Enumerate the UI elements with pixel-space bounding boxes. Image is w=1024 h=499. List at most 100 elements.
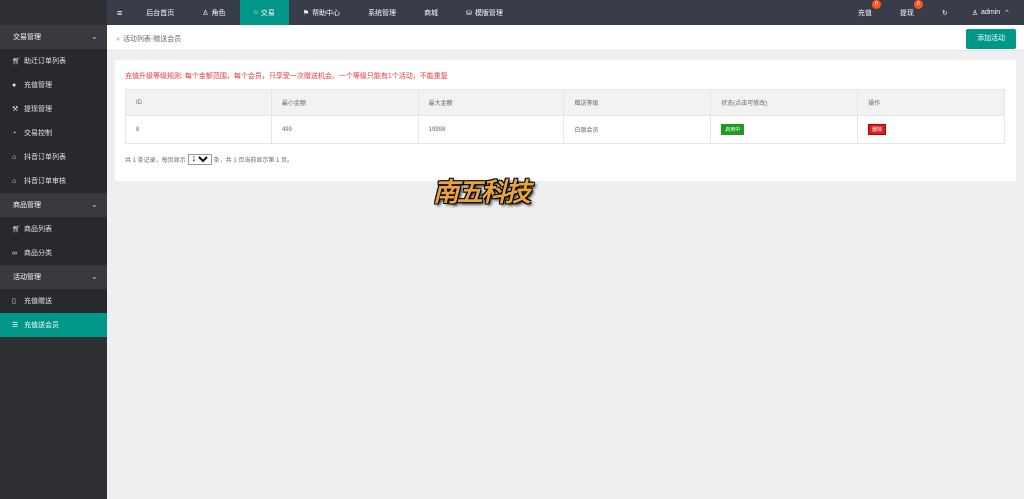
breadcrumb: » 活动列表-赠送会员 — [116, 34, 181, 44]
sidebar-item-recharge-gift[interactable]: ▯ 充值赠送 — [0, 289, 107, 313]
nav-home[interactable]: 后台首页 — [132, 0, 188, 25]
col-status: 状态(点击可修改) — [710, 89, 859, 116]
activity-table: ID 最小金额 最大金额 赠送等级 状态(点击可修改) 操作 8 499 199… — [125, 89, 1005, 144]
nav-mall[interactable]: 商城 — [410, 0, 452, 25]
sidebar-item-label: 交易控制 — [24, 130, 52, 137]
sidebar-item-goods-category[interactable]: ∞ 商品分类 — [0, 241, 107, 265]
watermark-logo: 南五科技 — [433, 174, 541, 212]
pagination: 共 1 条记录，每页显示 20 条，共 1 页当前显示第 1 页。 — [125, 154, 293, 165]
sidebar-item-label: 商品分类 — [24, 250, 52, 257]
withdraw-label: 提现 — [899, 9, 914, 17]
breadcrumb-path: 活动列表-赠送会员 — [122, 36, 182, 43]
chevron-down-icon: ⌄ — [91, 272, 98, 281]
status-badge[interactable]: 启用中 — [721, 124, 745, 135]
nav-label: 交易 — [260, 9, 275, 17]
withdraw-badge: 0 — [913, 0, 923, 9]
withdraw-link[interactable]: 提现 0 — [886, 0, 928, 25]
cart-icon: 🛒︎ — [12, 58, 21, 65]
rule-notice: 充值升级等级规则: 每个金额范围，每个会员，只享受一次赠送机会。一个等级只能有1… — [125, 73, 448, 80]
breadcrumb-separator: » — [116, 36, 120, 43]
sidebar-item-label: 提现管理 — [24, 106, 52, 113]
col-id: ID — [125, 89, 272, 116]
flag-icon: ⚑ — [302, 9, 310, 17]
sidebar-item-douyin-orders[interactable]: ⌂ 抖音订单列表 — [0, 145, 107, 169]
page-size-select[interactable]: 20 — [187, 154, 212, 165]
table-header-row: ID 最小金额 最大金额 赠送等级 状态(点击可修改) 操作 — [125, 89, 1005, 116]
chevron-up-icon: ⌃ — [1004, 9, 1010, 17]
nav-help[interactable]: ⚑ 帮助中心 — [289, 0, 354, 25]
bank-icon: ⌂ — [253, 9, 258, 16]
sidebar-item-label: 抖音订单审核 — [24, 178, 66, 185]
sidebar-item-trade-control[interactable]: ◔ 交易控制 — [0, 121, 107, 145]
sidebar-item-transfer-orders[interactable]: 🛒︎ 助迁订单列表 — [0, 49, 107, 73]
sidebar-group-label: 交易管理 — [13, 34, 41, 41]
sidebar-item-douyin-review[interactable]: ⌂ 抖音订单审核 — [0, 169, 107, 193]
col-min-amount: 最小金额 — [270, 89, 419, 116]
cell-min: 499 — [270, 115, 419, 144]
pager-suffix: 条，共 1 页当前显示第 1 页。 — [213, 158, 294, 164]
sidebar: 交易管理 ⌄ 🛒︎ 助迁订单列表 ● 充值管理 ⚒︎ 提现管理 ◔ 交易控制 ⌂… — [0, 0, 107, 499]
admin-name: admin — [981, 9, 1001, 16]
recharge-label: 充值 — [857, 9, 872, 17]
menu-toggle-button[interactable]: ≡ — [107, 0, 132, 25]
sidebar-item-label: 充值送会员 — [24, 322, 59, 329]
cell-id: 8 — [125, 115, 272, 144]
col-max-amount: 最大金额 — [417, 89, 565, 116]
user-icon: ♙ — [202, 9, 209, 17]
nav-system[interactable]: 系统管理 — [354, 0, 410, 25]
sidebar-group-trade[interactable]: 交易管理 ⌄ — [0, 25, 107, 49]
chevron-down-icon: ⌄ — [91, 200, 98, 209]
hamburger-icon: ≡ — [117, 7, 123, 18]
gauge-icon: ◔ — [12, 129, 17, 137]
admin-menu[interactable]: ♙ admin ⌃ — [962, 0, 1024, 25]
nav-label: 后台首页 — [146, 9, 175, 17]
content-card: 充值升级等级规则: 每个金额范围，每个会员，只享受一次赠送机会。一个等级只能有1… — [115, 60, 1016, 181]
link-icon: ∞ — [12, 249, 17, 257]
sidebar-item-label: 充值管理 — [24, 82, 52, 89]
nav-template[interactable]: ⛁ 模版管理 — [452, 0, 517, 25]
sidebar-item-label: 抖音订单列表 — [24, 154, 66, 161]
sidebar-logo-area — [0, 0, 107, 25]
nav-label: 系统管理 — [368, 9, 397, 17]
col-level: 赠送等级 — [563, 89, 712, 116]
sidebar-group-label: 商品管理 — [13, 202, 41, 209]
sidebar-group-goods[interactable]: 商品管理 ⌄ — [0, 193, 107, 217]
sidebar-item-recharge-member[interactable]: ☰ 充值送会员 — [0, 313, 107, 337]
sidebar-item-label: 充值赠送 — [24, 298, 52, 305]
delete-button[interactable]: 删除 — [868, 124, 887, 135]
top-menu: ≡ 后台首页 ♙ 角色 ⌂ 交易 ⚑ 帮助中心 系统管理 商城 ⛁ 模版管理 — [107, 0, 517, 25]
chevron-down-icon: ⌄ — [91, 32, 98, 41]
sidebar-group-label: 活动管理 — [13, 274, 41, 281]
sidebar-item-label: 助迁订单列表 — [24, 58, 66, 65]
bank-icon: ⌂ — [12, 153, 17, 161]
cell-action: 删除 — [857, 115, 1005, 144]
list-icon: ☰ — [12, 322, 19, 329]
add-activity-button[interactable]: 添加活动 — [966, 29, 1016, 49]
nav-label: 商城 — [424, 9, 439, 17]
nav-role[interactable]: ♙ 角色 — [188, 0, 239, 25]
sidebar-item-label: 商品列表 — [24, 226, 52, 233]
table-row: 8 499 19998 白银会员 启用中 删除 — [125, 115, 1005, 144]
watermark-text: 南五科技 — [433, 178, 531, 208]
top-right-tools: 充值 0 提现 0 ↻ ♙ admin ⌃ — [844, 0, 1024, 25]
nav-trade[interactable]: ⌂ 交易 — [239, 0, 289, 25]
sidebar-item-recharge[interactable]: ● 充值管理 — [0, 73, 107, 97]
nav-label: 帮助中心 — [312, 9, 341, 17]
cell-status: 启用中 — [710, 115, 859, 144]
chat-icon: ● — [12, 81, 17, 89]
recharge-link[interactable]: 充值 0 — [844, 0, 886, 25]
refresh-button[interactable]: ↻ — [928, 0, 962, 25]
sidebar-group-activity[interactable]: 活动管理 ⌄ — [0, 265, 107, 289]
nav-label: 角色 — [211, 9, 226, 17]
cart-icon: 🛒︎ — [12, 226, 21, 233]
sidebar-item-withdraw[interactable]: ⚒︎ 提现管理 — [0, 97, 107, 121]
mobile-icon: ▯ — [12, 298, 16, 305]
sidebar-item-goods-list[interactable]: 🛒︎ 商品列表 — [0, 217, 107, 241]
recharge-badge: 0 — [871, 0, 881, 9]
nav-label: 模版管理 — [474, 9, 503, 17]
hammer-icon: ⚒︎ — [12, 106, 19, 113]
database-icon: ⛁ — [466, 9, 472, 17]
top-navbar: ≡ 后台首页 ♙ 角色 ⌂ 交易 ⚑ 帮助中心 系统管理 商城 ⛁ 模版管理 充… — [107, 0, 1024, 25]
user-icon: ♙ — [971, 9, 979, 17]
refresh-icon: ↻ — [941, 9, 948, 17]
